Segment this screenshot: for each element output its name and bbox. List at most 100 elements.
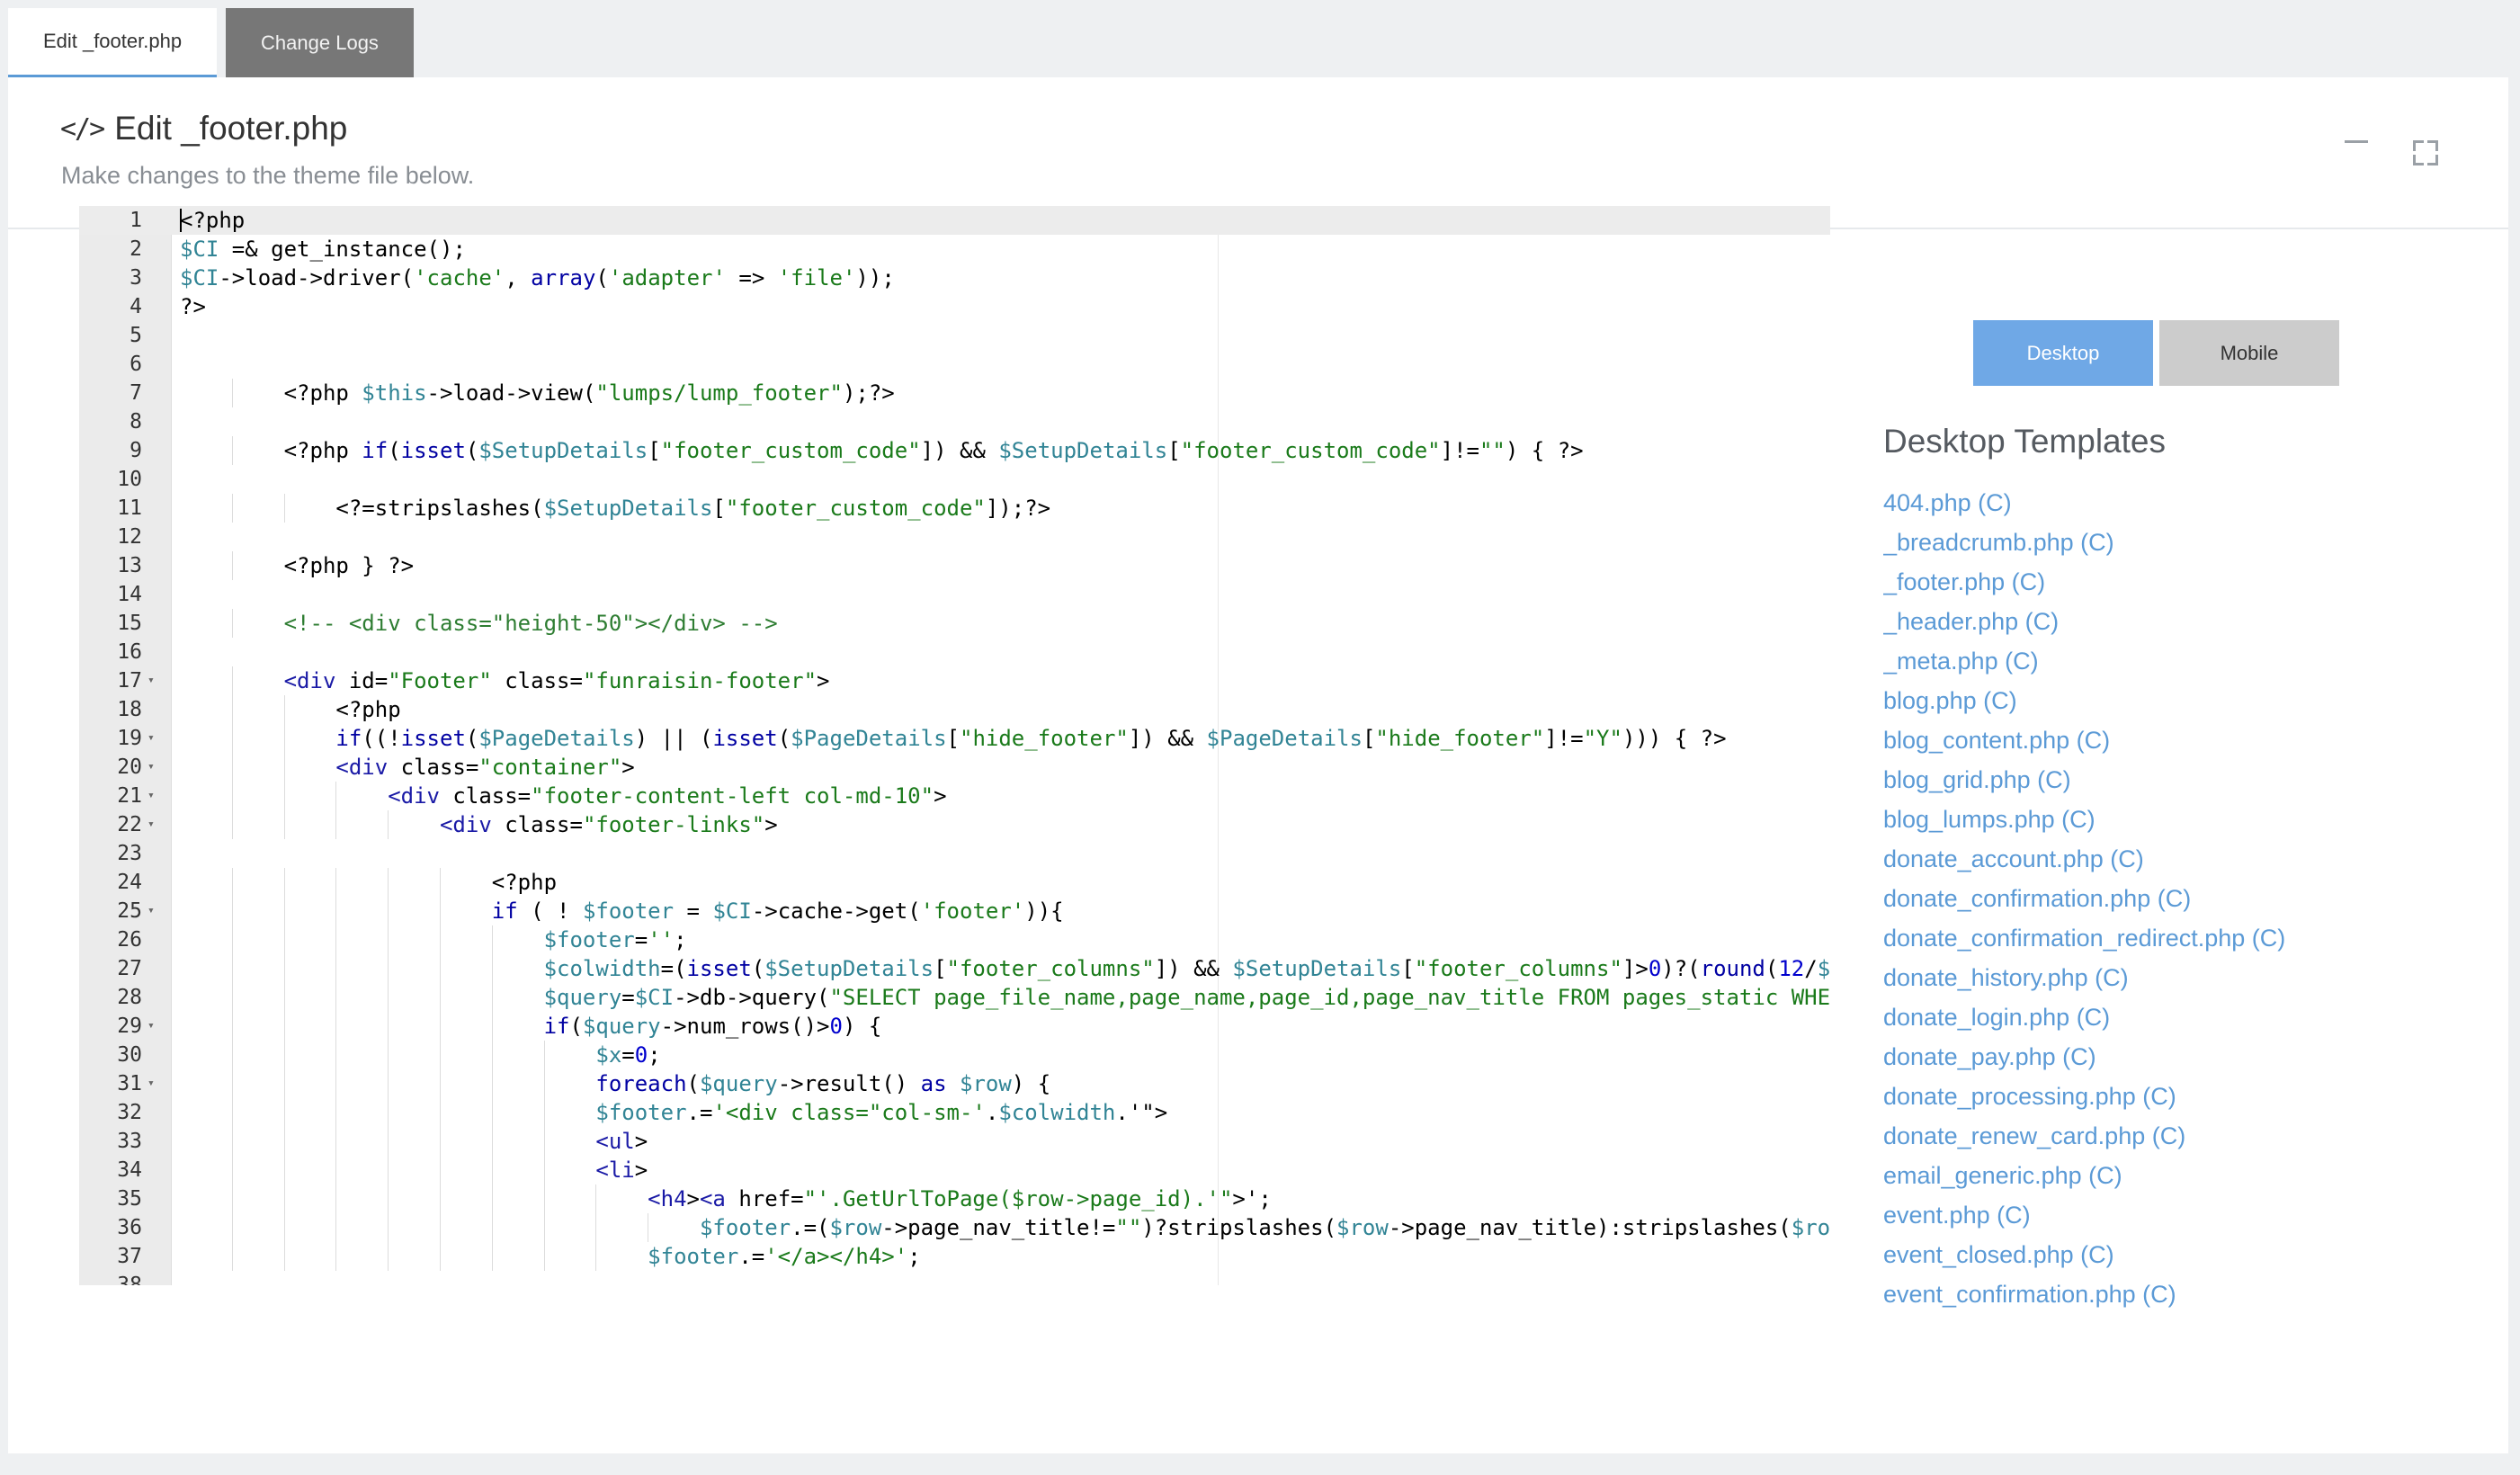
code-line[interactable]: 26 $footer=''; — [79, 925, 1830, 954]
mobile-button[interactable]: Mobile — [2159, 320, 2339, 386]
template-link[interactable]: donate_account.php (C) — [1883, 839, 2387, 879]
tab-bar: Edit _footer.php Change Logs — [8, 8, 414, 77]
code-line[interactable]: 25 ▾ if ( ! $footer = $CI->cache->get('fo… — [79, 897, 1830, 925]
code-editor[interactable]: 1 <?php 2 $CI =& get_instance(); 3 $CI->load-… — [79, 206, 1830, 1285]
line-number: 28 — [117, 986, 142, 1009]
code-line[interactable]: 21 ▾ <div class="footer-content-left col-… — [79, 782, 1830, 810]
line-number: 21 — [117, 784, 142, 808]
line-number: 33 — [117, 1130, 142, 1153]
line-number: 23 — [117, 842, 142, 865]
code-line[interactable]: 37 $footer.='</a></h4>'; — [79, 1242, 1830, 1271]
text-cursor — [180, 209, 182, 232]
fold-toggle-icon[interactable]: ▾ — [147, 1012, 155, 1041]
template-link[interactable]: _footer.php (C) — [1883, 562, 2387, 602]
template-link[interactable]: donate_history.php (C) — [1883, 958, 2387, 997]
template-link[interactable]: _breadcrumb.php (C) — [1883, 523, 2387, 562]
code-text: ?> — [180, 294, 206, 319]
code-text: $footer.='<div class="col-sm-'.$colwidth… — [595, 1100, 1168, 1125]
template-link[interactable]: donate_pay.php (C) — [1883, 1037, 2387, 1077]
template-link[interactable]: blog_lumps.php (C) — [1883, 800, 2387, 839]
code-line[interactable]: 36 $footer.=($row->page_nav_title!="")?s… — [79, 1213, 1830, 1242]
code-line[interactable]: 17 ▾ <div id="Footer" class="funraisin-fo… — [79, 666, 1830, 695]
code-line[interactable]: 2 $CI =& get_instance(); — [79, 235, 1830, 264]
template-link[interactable]: donate_processing.php (C) — [1883, 1077, 2387, 1116]
fold-toggle-icon[interactable]: ▾ — [147, 724, 155, 753]
code-text: if((!isset($PageDetails) || (isset($Page… — [335, 726, 1727, 751]
template-link[interactable]: blog.php (C) — [1883, 681, 2387, 720]
code-text: <ul> — [595, 1129, 648, 1154]
minimize-icon[interactable] — [2345, 140, 2368, 143]
tab-change-logs[interactable]: Change Logs — [226, 8, 414, 77]
code-line[interactable]: 34 <li> — [79, 1156, 1830, 1184]
code-line[interactable]: 33 <ul> — [79, 1127, 1830, 1156]
template-link[interactable]: event.php (C) — [1883, 1195, 2387, 1235]
code-line[interactable]: 7 <?php $this->load->view("lumps/lump_fo… — [79, 379, 1830, 407]
line-number: 37 — [117, 1245, 142, 1268]
code-text: $CI->load->driver('cache', array('adapte… — [180, 265, 895, 291]
code-line[interactable]: 27 $colwidth=(isset($SetupDetails["foote… — [79, 954, 1830, 983]
code-line[interactable]: 8 — [79, 407, 1830, 436]
code-line[interactable]: 31 ▾ foreach($query->result() as $row) { — [79, 1069, 1830, 1098]
template-link[interactable]: event_confirmation.php (C) — [1883, 1274, 2387, 1314]
template-link[interactable]: event_closed.php (C) — [1883, 1235, 2387, 1274]
template-link[interactable]: donate_confirmation_redirect.php (C) — [1883, 918, 2387, 958]
code-line[interactable]: 11 <?=stripslashes($SetupDetails["footer… — [79, 494, 1830, 523]
template-link[interactable]: 404.php (C) — [1883, 483, 2387, 523]
code-line[interactable]: 1 <?php — [79, 206, 1830, 235]
template-link[interactable]: donate_confirmation.php (C) — [1883, 879, 2387, 918]
code-line[interactable]: 35 <h4><a href="'.GetUrlToPage($row->pag… — [79, 1184, 1830, 1213]
line-number: 6 — [130, 353, 142, 376]
line-number: 1 — [130, 209, 142, 232]
code-text: $footer.=($row->page_nav_title!="")?stri… — [699, 1215, 1830, 1240]
desktop-button[interactable]: Desktop — [1973, 320, 2153, 386]
template-link[interactable]: email_generic.php (C) — [1883, 1156, 2387, 1195]
line-number: 22 — [117, 813, 142, 836]
code-line[interactable]: 18 <?php — [79, 695, 1830, 724]
code-line[interactable]: 3 $CI->load->driver('cache', array('adapt… — [79, 264, 1830, 292]
line-number: 16 — [117, 640, 142, 664]
code-line[interactable]: 19 ▾ if((!isset($PageDetails) || (isset($… — [79, 724, 1830, 753]
code-line[interactable]: 30 $x=0; — [79, 1041, 1830, 1069]
code-line[interactable]: 29 ▾ if($query->num_rows()>0) { — [79, 1012, 1830, 1041]
code-line[interactable]: 6 — [79, 350, 1830, 379]
code-text: <?php $this->load->view("lumps/lump_foot… — [180, 380, 895, 406]
line-number: 5 — [130, 324, 142, 347]
code-line[interactable]: 9 <?php if(isset($SetupDetails["footer_c… — [79, 436, 1830, 465]
code-line[interactable]: 23 — [79, 839, 1830, 868]
template-link[interactable]: _meta.php (C) — [1883, 641, 2387, 681]
code-line[interactable]: 24 <?php — [79, 868, 1830, 897]
code-icon: </> — [60, 112, 105, 145]
fold-toggle-icon[interactable]: ▾ — [147, 753, 155, 782]
code-line[interactable]: 32 $footer.='<div class="col-sm-'.$colwi… — [79, 1098, 1830, 1127]
code-line[interactable]: 22 ▾ <div class="footer-links"> — [79, 810, 1830, 839]
code-line[interactable]: 5 — [79, 321, 1830, 350]
code-line[interactable]: 12 — [79, 523, 1830, 551]
fold-toggle-icon[interactable]: ▾ — [147, 1069, 155, 1098]
code-line[interactable]: 13 <?php } ?> — [79, 551, 1830, 580]
fullscreen-icon[interactable] — [2413, 140, 2438, 165]
code-line[interactable]: 20 ▾ <div class="container"> — [79, 753, 1830, 782]
line-number: 12 — [117, 525, 142, 549]
fold-toggle-icon[interactable]: ▾ — [147, 810, 155, 839]
template-link[interactable]: donate_login.php (C) — [1883, 997, 2387, 1037]
code-line[interactable]: 14 — [79, 580, 1830, 609]
fold-toggle-icon[interactable]: ▾ — [147, 666, 155, 695]
code-line[interactable]: 28 $query=$CI->db->query("SELECT page_fi… — [79, 983, 1830, 1012]
fold-toggle-icon[interactable]: ▾ — [147, 782, 155, 810]
code-text: <?php — [180, 870, 558, 895]
tab-edit-footer[interactable]: Edit _footer.php — [8, 8, 217, 77]
template-link[interactable]: blog_content.php (C) — [1883, 720, 2387, 760]
code-line[interactable]: 38 — [79, 1271, 1830, 1285]
line-number: 13 — [117, 554, 142, 577]
code-line[interactable]: 16 — [79, 638, 1830, 666]
line-number: 2 — [130, 237, 142, 261]
code-lines: 1 <?php 2 $CI =& get_instance(); 3 $CI->load-… — [79, 206, 1830, 1285]
template-link[interactable]: blog_grid.php (C) — [1883, 760, 2387, 800]
code-text: <div class="container"> — [335, 755, 635, 780]
code-line[interactable]: 4 ?> — [79, 292, 1830, 321]
fold-toggle-icon[interactable]: ▾ — [147, 897, 155, 925]
code-line[interactable]: 15 <!-- <div class="height-50"></div> --… — [79, 609, 1830, 638]
code-line[interactable]: 10 — [79, 465, 1830, 494]
template-link[interactable]: donate_renew_card.php (C) — [1883, 1116, 2387, 1156]
template-link[interactable]: _header.php (C) — [1883, 602, 2387, 641]
